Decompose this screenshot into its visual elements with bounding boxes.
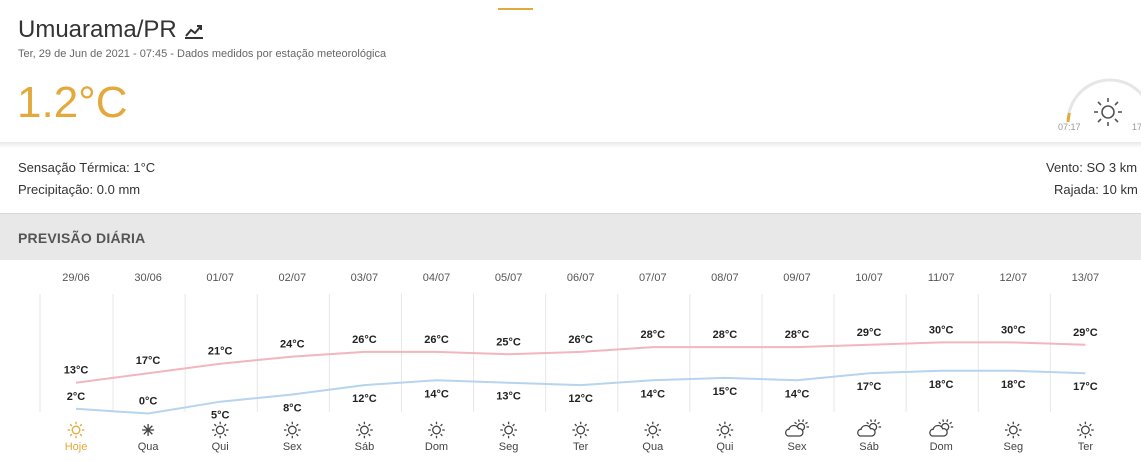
trend-chart-icon[interactable] bbox=[184, 23, 204, 44]
date-label: 12/07 bbox=[1000, 272, 1028, 284]
date-label: 05/07 bbox=[495, 272, 523, 284]
min-temp-label: 15°C bbox=[713, 386, 738, 398]
sun-icon bbox=[500, 421, 517, 439]
current-conditions: Umuarama/PR Ter, 29 de Jun de 2021 - 07:… bbox=[0, 0, 1141, 142]
section-title: PREVISÃO DIÁRIA bbox=[18, 230, 146, 246]
max-temp-label: 28°C bbox=[641, 329, 666, 341]
day-label: Sáb bbox=[355, 441, 375, 453]
cloud-sun-icon bbox=[785, 419, 809, 437]
date-label: 01/07 bbox=[206, 272, 234, 284]
min-temp-label: 8°C bbox=[283, 403, 302, 415]
min-temp-label: 13°C bbox=[496, 391, 521, 403]
sun-icon bbox=[67, 421, 85, 439]
date-label: 29/06 bbox=[62, 272, 90, 284]
day-label: Sex bbox=[283, 441, 302, 453]
max-temp-label: 30°C bbox=[1001, 324, 1026, 336]
location-row: Umuarama/PR bbox=[18, 16, 204, 44]
max-temp-label: 24°C bbox=[280, 339, 305, 351]
date-label: 02/07 bbox=[279, 272, 307, 284]
sun-icon bbox=[356, 421, 373, 439]
date-label: 13/07 bbox=[1072, 272, 1100, 284]
min-temp-label: 14°C bbox=[785, 388, 810, 400]
day-label: Seg bbox=[499, 441, 519, 453]
min-temp-label: 18°C bbox=[1001, 379, 1026, 391]
gust: Rajada: 10 km bbox=[1054, 182, 1138, 197]
sun-icon bbox=[572, 421, 589, 439]
min-temp-label: 17°C bbox=[1073, 381, 1098, 393]
date-label: 30/06 bbox=[134, 272, 162, 284]
city-name: Umuarama/PR bbox=[18, 16, 177, 43]
day-label: Qui bbox=[212, 441, 229, 453]
weather-details: Sensação Térmica: 1°C Precipitação: 0.0 … bbox=[0, 150, 1141, 212]
moon-star-icon bbox=[142, 424, 155, 436]
day-label: Ter bbox=[1078, 441, 1094, 453]
sun-icon bbox=[1094, 98, 1122, 126]
date-label: 11/07 bbox=[928, 272, 955, 284]
min-temp-label: 12°C bbox=[568, 393, 593, 405]
feels-like: Sensação Térmica: 1°C bbox=[18, 160, 156, 175]
daily-forecast-header: PREVISÃO DIÁRIA bbox=[0, 213, 1141, 260]
sun-icon bbox=[428, 421, 445, 439]
observation-info: Ter, 29 de Jun de 2021 - 07:45 - Dados m… bbox=[18, 48, 387, 60]
day-label: Qua bbox=[138, 441, 160, 453]
date-label: 03/07 bbox=[351, 272, 379, 284]
day-label: Hoje bbox=[65, 441, 88, 453]
max-temp-label: 28°C bbox=[713, 329, 738, 341]
date-label: 07/07 bbox=[639, 272, 667, 284]
max-temp-label: 30°C bbox=[929, 324, 954, 336]
min-temp-label: 18°C bbox=[929, 379, 954, 391]
wind: Vento: SO 3 km bbox=[1046, 160, 1138, 175]
min-temp-label: 0°C bbox=[139, 396, 158, 408]
day-label: Qui bbox=[716, 441, 733, 453]
max-temp-label: 29°C bbox=[857, 327, 882, 339]
min-temp-label: 12°C bbox=[352, 393, 377, 405]
cloud-sun-icon bbox=[857, 419, 882, 437]
day-label: Dom bbox=[425, 441, 448, 453]
min-temp-label: 2°C bbox=[67, 391, 86, 403]
day-label: Qua bbox=[642, 441, 664, 453]
max-temp-label: 13°C bbox=[64, 365, 89, 377]
sun-icon bbox=[284, 421, 301, 439]
sun-icon bbox=[1005, 421, 1022, 439]
day-label: Sex bbox=[788, 441, 807, 453]
min-temp-label: 14°C bbox=[641, 388, 666, 400]
sun-icon bbox=[1077, 421, 1094, 439]
max-temp-label: 26°C bbox=[568, 334, 593, 346]
day-label: Ter bbox=[573, 441, 589, 453]
current-temperature: 1.2°C bbox=[17, 78, 128, 127]
forecast-svg: 29/06 13°C 2°C Hoje 30/06 17°C 0°C Qua 01/07 21°C… bbox=[39, 272, 1100, 453]
max-temp-label: 26°C bbox=[352, 334, 377, 346]
sun-path-dial: 07:17 17 bbox=[1058, 77, 1141, 137]
sunset-time: 17 bbox=[1132, 122, 1141, 132]
date-label: 06/07 bbox=[567, 272, 595, 284]
max-temp-label: 29°C bbox=[1073, 327, 1098, 339]
min-temp-label: 5°C bbox=[211, 410, 230, 422]
date-label: 04/07 bbox=[423, 272, 451, 284]
divider bbox=[0, 142, 1141, 148]
max-temp-label: 28°C bbox=[785, 329, 810, 341]
min-temp-label: 14°C bbox=[424, 388, 449, 400]
date-label: 09/07 bbox=[783, 272, 811, 284]
cloud-sun-icon bbox=[929, 419, 954, 437]
day-label: Sáb bbox=[859, 441, 879, 453]
day-label: Dom bbox=[930, 441, 953, 453]
max-temp-label: 17°C bbox=[136, 355, 161, 367]
max-temp-label: 25°C bbox=[496, 336, 521, 348]
sunrise-time: 07:17 bbox=[1058, 122, 1081, 132]
min-temp-label: 17°C bbox=[857, 381, 882, 393]
sun-icon bbox=[211, 421, 229, 439]
sun-icon bbox=[716, 421, 734, 439]
max-temp-label: 21°C bbox=[208, 346, 233, 358]
sun-icon bbox=[644, 421, 662, 439]
precipitation: Precipitação: 0.0 mm bbox=[18, 182, 141, 197]
date-label: 10/07 bbox=[855, 272, 883, 284]
day-label: Seg bbox=[1004, 441, 1024, 453]
daily-forecast-chart: 29/06 13°C 2°C Hoje 30/06 17°C 0°C Qua 01/07 21°C… bbox=[0, 260, 1141, 462]
date-label: 08/07 bbox=[711, 272, 739, 284]
max-temp-label: 26°C bbox=[424, 334, 449, 346]
